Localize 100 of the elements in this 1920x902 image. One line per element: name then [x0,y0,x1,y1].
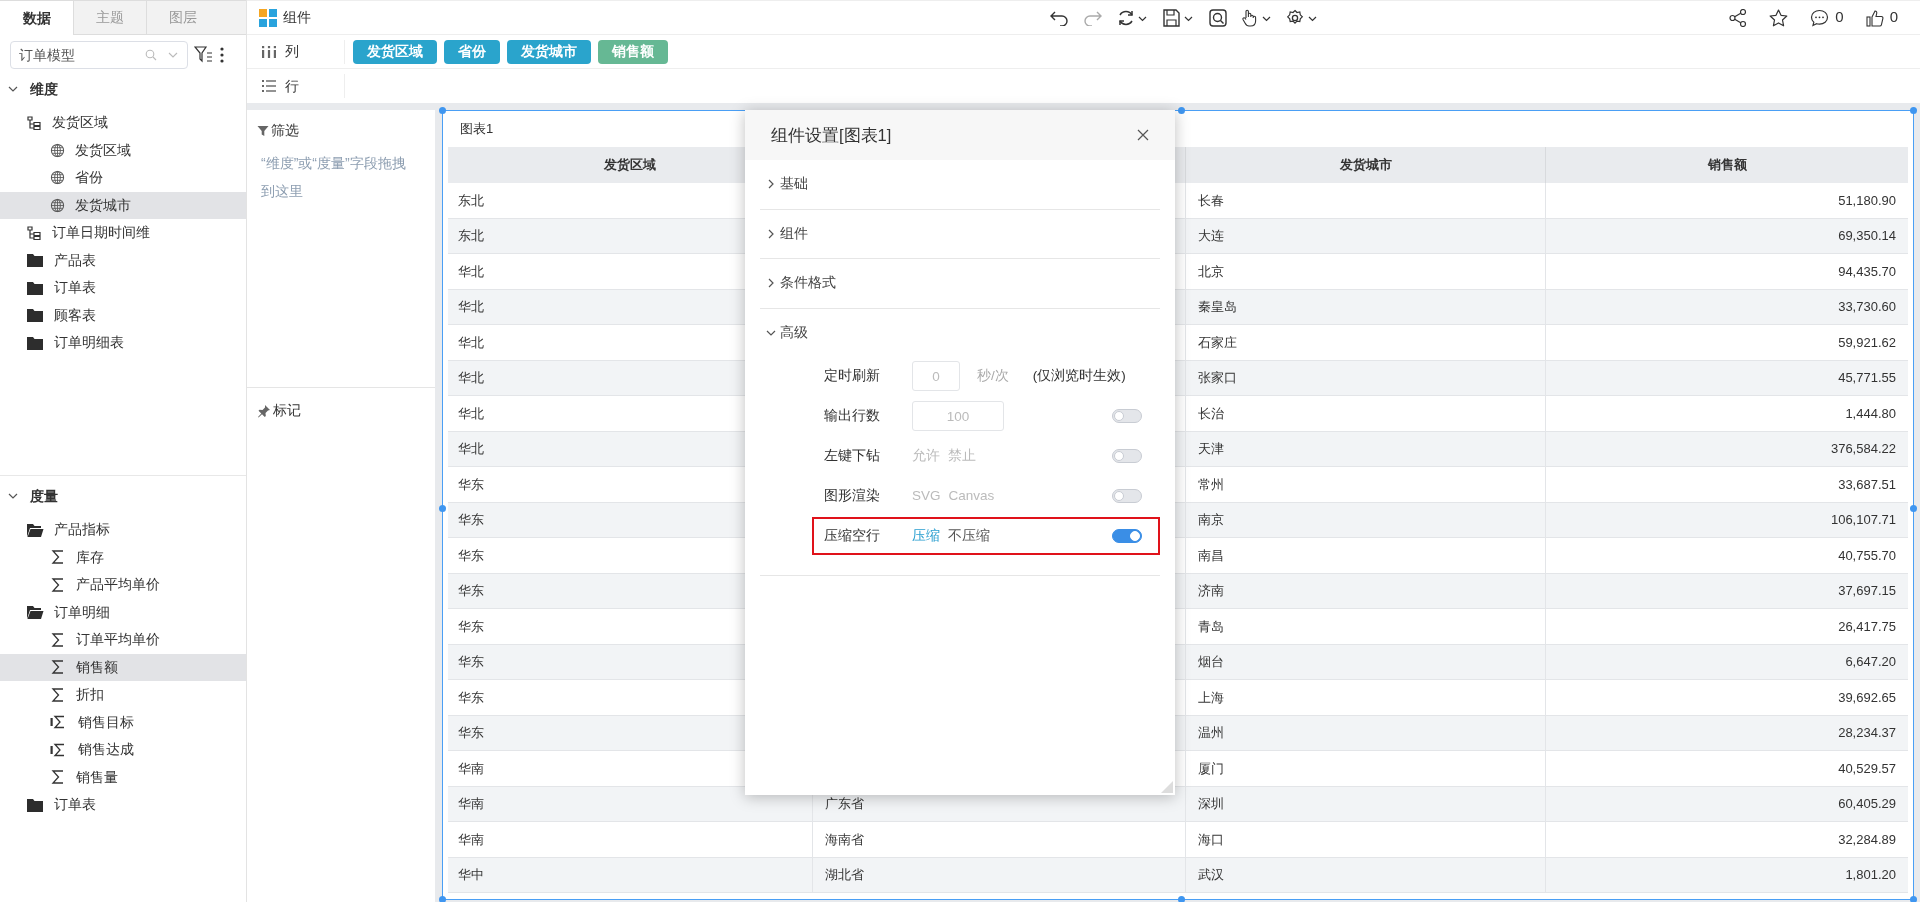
toggle-switch[interactable] [1112,449,1142,463]
toggle-switch[interactable] [1112,489,1142,503]
toggle-switch[interactable] [1112,529,1142,543]
tree-item[interactable]: 订单表 [0,274,246,302]
resize-handle[interactable] [439,505,446,512]
thumbs-up-icon[interactable] [1865,8,1884,27]
filter-title: 筛选 [271,121,299,140]
sigma-icon [50,659,66,676]
count-text: 0 [1835,7,1844,28]
chevron-icon [8,491,18,501]
tree-item[interactable]: 订单明细表 [0,329,246,357]
tree-item[interactable]: 订单明细 [0,598,246,626]
filter-icon[interactable] [194,46,214,64]
section-header[interactable]: 条件格式 [760,259,1160,308]
dialog-title: 组件设置[图表1] [771,124,893,146]
table-cell: 天津 [1186,431,1546,467]
option-link[interactable]: 不压缩 [948,525,990,547]
table-cell: 37,697.15 [1546,573,1908,609]
table-cell: 376,584.22 [1546,431,1908,467]
tree-item[interactable]: 折扣 [0,681,246,709]
tree-item[interactable]: 订单日期时间维 [0,219,246,247]
section-header[interactable]: 组件 [760,209,1160,258]
table-cell: 济南 [1186,573,1546,609]
more-icon[interactable] [220,47,224,63]
folder-icon [26,307,44,324]
table-cell: 上海 [1186,680,1546,716]
folder-icon [26,252,44,269]
preview-icon[interactable] [1209,8,1228,27]
sigma-icon [50,549,66,566]
tree-item[interactable]: 库存 [0,543,246,571]
undo-icon[interactable] [1049,9,1070,26]
comment-icon[interactable] [1810,8,1830,27]
tree-item[interactable]: 销售目标 [0,708,246,736]
search-icon[interactable] [145,49,157,61]
column-header[interactable]: 发货城市 [1186,147,1546,183]
table-cell: 常州 [1186,467,1546,503]
tree-item[interactable]: 发货城市 [0,191,246,219]
table-cell: 华南 [448,786,813,822]
resize-grip-icon[interactable] [1161,781,1173,793]
resize-handle[interactable] [439,896,446,902]
section-header[interactable]: 度量 [0,482,246,510]
table-cell: 深圳 [1186,786,1546,822]
table-cell: 武汉 [1186,857,1546,893]
table-cell: 北京 [1186,254,1546,290]
setting-label: 压缩空行 [824,526,881,545]
column-header[interactable]: 销售额 [1546,147,1908,183]
section-header[interactable]: 维度 [0,75,246,103]
tree-item[interactable]: 产品指标 [0,516,246,544]
resize-handle[interactable] [439,107,446,114]
table-cell: 28,234.37 [1546,715,1908,751]
number-field[interactable]: 0 [912,361,960,391]
resize-handle[interactable] [1910,107,1917,114]
tree-item[interactable]: 销售额 [0,653,246,681]
unit-text: 秒/次 [977,366,1009,385]
tree-item[interactable]: 订单平均单价 [0,626,246,654]
setting-label: 图形渲染 [824,486,881,505]
sigma-icon [50,686,66,703]
tree-item[interactable]: 省份 [0,164,246,192]
filter-icon [257,124,269,137]
share-icon[interactable] [1729,8,1748,27]
table-cell: 45,771.55 [1546,360,1908,396]
table-cell: 长春 [1186,183,1546,219]
folder-icon [26,279,44,296]
resize-handle[interactable] [1178,107,1185,114]
globe-icon [50,170,65,186]
setting-label: 左键下钻 [824,446,881,465]
tree-item[interactable]: 产品表 [0,246,246,274]
tree-item[interactable]: 销售达成 [0,736,246,764]
model-select[interactable]: 订单模型 [10,41,188,69]
star-icon[interactable] [1769,8,1789,27]
table-cell: 长治 [1186,396,1546,432]
shelf-label: 列 [285,42,299,61]
columns-icon [261,44,277,59]
chart-title: 图表1 [460,120,494,139]
redo-icon[interactable] [1083,9,1104,26]
tree-item[interactable]: 发货区域 [0,109,246,137]
close-icon[interactable] [1137,129,1149,141]
tree-item[interactable]: 订单表 [0,791,246,819]
table-cell: 石家庄 [1186,325,1546,361]
table-cell: 海南省 [813,822,1186,858]
tree-item[interactable]: 销售量 [0,763,246,791]
toggle-switch[interactable] [1112,409,1142,423]
resize-handle[interactable] [1910,896,1917,902]
tree-item[interactable]: 顾客表 [0,301,246,329]
drop-hint: “维度”或“度量”字段拖拽到这里 [260,154,407,201]
resize-handle[interactable] [1178,896,1185,902]
folder-icon [26,796,44,813]
table-cell: 湖北省 [813,857,1186,893]
grid-logo-icon [259,8,277,27]
table-cell: 1,801.20 [1546,857,1908,893]
table-cell: 华中 [448,857,813,893]
chevron-icon [766,228,776,239]
sigma-icon [50,769,66,786]
tree-item[interactable]: 产品平均单价 [0,571,246,599]
section-header[interactable]: 基础 [760,160,1160,209]
number-field[interactable]: 100 [912,401,1004,431]
table-cell: 大连 [1186,218,1546,254]
resize-handle[interactable] [1910,505,1917,512]
tree-item[interactable]: 发货区域 [0,136,246,164]
chevron-icon [766,179,776,190]
